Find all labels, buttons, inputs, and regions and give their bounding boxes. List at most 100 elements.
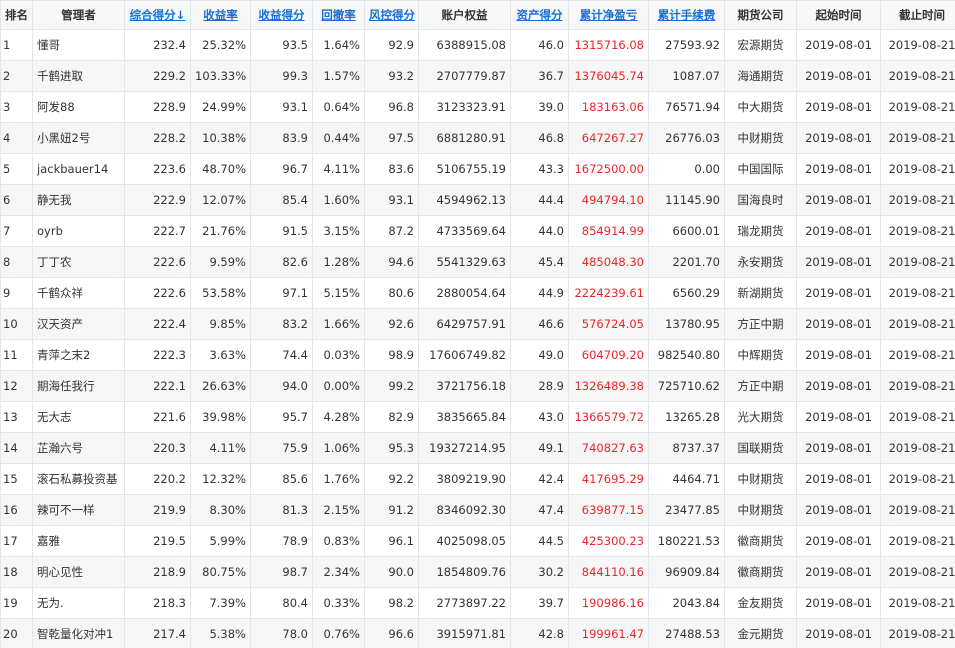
cell-net_profit: 854914.99 (568, 215, 649, 247)
cell-rank: 13 (0, 401, 33, 433)
cell-start: 2019-08-01 (796, 246, 881, 278)
cell-drawdown: 0.44% (312, 122, 365, 154)
table-row[interactable]: 7 oyrb 222.7 21.76% 91.5 3.15% 87.2 4733569.64 4… (0, 215, 955, 247)
cell-manager[interactable]: 嘉雅 (32, 525, 125, 557)
cell-net_profit: 639877.15 (568, 494, 649, 526)
cell-net_profit: 647267.27 (568, 122, 649, 154)
column-header-score[interactable]: 综合得分↓ (124, 0, 191, 30)
column-header-return_rate[interactable]: 收益率 (190, 0, 251, 30)
cell-return_rate: 7.39% (190, 587, 251, 619)
cell-net_profit: 1326489.38 (568, 370, 649, 402)
table-row[interactable]: 15 滚石私募投资基 220.2 12.32% 85.6 1.76% 92.2 3809219… (0, 463, 955, 495)
cell-fees: 27488.53 (648, 618, 725, 648)
table-row[interactable]: 12 期海任我行 222.1 26.63% 94.0 0.00% 99.2 3721756.1… (0, 370, 955, 402)
table-row[interactable]: 19 无为. 218.3 7.39% 80.4 0.33% 98.2 2773897.22 39… (0, 587, 955, 619)
cell-manager[interactable]: 小黑妞2号 (32, 122, 125, 154)
column-header-net_profit[interactable]: 累计净盈亏 (568, 0, 649, 30)
cell-risk_score: 95.3 (364, 432, 419, 464)
cell-return_rate: 25.32% (190, 29, 251, 61)
cell-manager[interactable]: 无为. (32, 587, 125, 619)
cell-rank: 11 (0, 339, 33, 371)
cell-manager[interactable]: oyrb (32, 215, 125, 247)
table-row[interactable]: 3 阿发88 228.9 24.99% 93.1 0.64% 96.8 3123323.91 3… (0, 91, 955, 123)
cell-rank: 8 (0, 246, 33, 278)
table-row[interactable]: 5 jackbauer14 223.6 48.70% 96.7 4.11% 83.6 5106… (0, 153, 955, 185)
cell-manager[interactable]: 明心见性 (32, 556, 125, 588)
cell-drawdown: 1.06% (312, 432, 365, 464)
table-row[interactable]: 13 无大志 221.6 39.98% 95.7 4.28% 82.9 3835665.84 4… (0, 401, 955, 433)
cell-manager[interactable]: 丁丁农 (32, 246, 125, 278)
cell-manager[interactable]: 阿发88 (32, 91, 125, 123)
column-header-label[interactable]: 收益率 (203, 8, 238, 22)
cell-manager[interactable]: 智乾量化对冲1 (32, 618, 125, 648)
column-header-label[interactable]: 综合得分↓ (130, 8, 186, 22)
cell-return_rate: 8.30% (190, 494, 251, 526)
column-header-label[interactable]: 资产得分 (517, 8, 563, 22)
cell-rank: 16 (0, 494, 33, 526)
column-header-asset_score[interactable]: 资产得分 (510, 0, 569, 30)
cell-fees: 725710.62 (648, 370, 725, 402)
cell-score: 220.3 (124, 432, 191, 464)
cell-equity: 6388915.08 (418, 29, 511, 61)
column-header-label[interactable]: 累计净盈亏 (580, 8, 638, 22)
table-row[interactable]: 8 丁丁农 222.6 9.59% 82.6 1.28% 94.6 5541329.63 45.… (0, 246, 955, 278)
column-header-label[interactable]: 风控得分 (369, 8, 415, 22)
table-row[interactable]: 6 静无我 222.9 12.07% 85.4 1.60% 93.1 4594962.13 44… (0, 184, 955, 216)
cell-start: 2019-08-01 (796, 91, 881, 123)
header-row: 排名 管理者 综合得分↓ 收益率 收益得分 回撤率 风控得分 账户权益 资产得分 累计净盈亏 累计手… (0, 0, 955, 30)
table-row[interactable]: 17 嘉雅 219.5 5.99% 78.9 0.83% 96.1 4025098.05 44.… (0, 525, 955, 557)
table-row[interactable]: 2 千鹤进取 229.2 103.33% 99.3 1.57% 93.2 2707779.87… (0, 60, 955, 92)
cell-risk_score: 93.1 (364, 184, 419, 216)
cell-manager[interactable]: 期海任我行 (32, 370, 125, 402)
cell-manager[interactable]: 千鹤众祥 (32, 277, 125, 309)
cell-return_score: 83.9 (250, 122, 313, 154)
table-row[interactable]: 4 小黑妞2号 228.2 10.38% 83.9 0.44% 97.5 6881280.91… (0, 122, 955, 154)
table-row[interactable]: 20 智乾量化对冲1 217.4 5.38% 78.0 0.76% 96.6 3915971.… (0, 618, 955, 648)
table-row[interactable]: 16 辣可不一样 219.9 8.30% 81.3 2.15% 91.2 8346092.30… (0, 494, 955, 526)
cell-manager[interactable]: 懂哥 (32, 29, 125, 61)
cell-end: 2019-08-21 (880, 401, 955, 433)
cell-score: 219.5 (124, 525, 191, 557)
cell-score: 218.3 (124, 587, 191, 619)
cell-manager[interactable]: 汉天资产 (32, 308, 125, 340)
cell-manager[interactable]: 滚石私募投资基 (32, 463, 125, 495)
cell-manager[interactable]: 静无我 (32, 184, 125, 216)
cell-risk_score: 83.6 (364, 153, 419, 185)
column-header-label: 起始时间 (815, 8, 862, 22)
cell-manager[interactable]: 芷瀚六号 (32, 432, 125, 464)
table-row[interactable]: 18 明心见性 218.9 80.75% 98.7 2.34% 90.0 1854809.76… (0, 556, 955, 588)
cell-risk_score: 96.6 (364, 618, 419, 648)
column-header-return_score[interactable]: 收益得分 (250, 0, 313, 30)
cell-end: 2019-08-21 (880, 587, 955, 619)
table-row[interactable]: 11 青萍之末2 222.3 3.63% 74.4 0.03% 98.9 17606749.8… (0, 339, 955, 371)
cell-start: 2019-08-01 (796, 587, 881, 619)
column-header-risk_score[interactable]: 风控得分 (364, 0, 419, 30)
cell-manager[interactable]: jackbauer14 (32, 153, 125, 185)
column-header-label[interactable]: 累计手续费 (658, 8, 716, 22)
cell-end: 2019-08-21 (880, 246, 955, 278)
column-header-equity: 账户权益 (418, 0, 511, 30)
cell-manager[interactable]: 青萍之末2 (32, 339, 125, 371)
cell-fees: 8737.37 (648, 432, 725, 464)
cell-risk_score: 92.6 (364, 308, 419, 340)
cell-equity: 4594962.13 (418, 184, 511, 216)
column-header-label[interactable]: 收益得分 (259, 8, 305, 22)
table-row[interactable]: 14 芷瀚六号 220.3 4.11% 75.9 1.06% 95.3 19327214.95… (0, 432, 955, 464)
cell-fees: 76571.94 (648, 91, 725, 123)
table-row[interactable]: 9 千鹤众祥 222.6 53.58% 97.1 5.15% 80.6 2880054.64 4… (0, 277, 955, 309)
cell-manager[interactable]: 辣可不一样 (32, 494, 125, 526)
cell-manager[interactable]: 无大志 (32, 401, 125, 433)
table-row[interactable]: 10 汉天资产 222.4 9.85% 83.2 1.66% 92.6 6429757.91 4… (0, 308, 955, 340)
cell-score: 228.9 (124, 91, 191, 123)
column-header-label[interactable]: 回撤率 (321, 8, 356, 22)
cell-broker: 金友期货 (724, 587, 797, 619)
column-header-drawdown[interactable]: 回撤率 (312, 0, 365, 30)
table-row[interactable]: 1 懂哥 232.4 25.32% 93.5 1.64% 92.9 6388915.08 46.… (0, 29, 955, 61)
cell-broker: 瑞龙期货 (724, 215, 797, 247)
cell-fees: 2201.70 (648, 246, 725, 278)
cell-manager[interactable]: 千鹤进取 (32, 60, 125, 92)
cell-return_score: 95.7 (250, 401, 313, 433)
cell-return_score: 80.4 (250, 587, 313, 619)
column-header-fees[interactable]: 累计手续费 (648, 0, 725, 30)
cell-start: 2019-08-01 (796, 618, 881, 648)
